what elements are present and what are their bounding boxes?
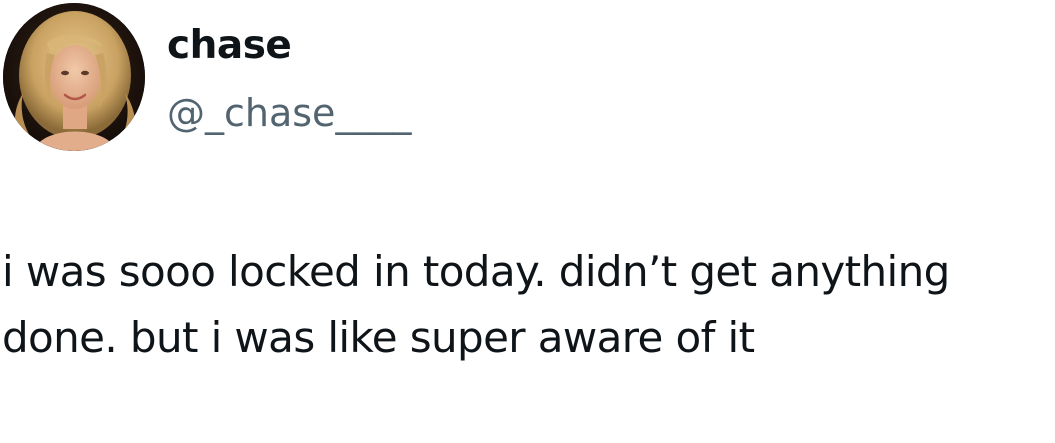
author-avatar[interactable] [3, 3, 145, 151]
avatar-photo-icon [3, 3, 145, 151]
author-display-name[interactable]: chase [167, 20, 292, 72]
tweet-card: chase @_chase____ i was sooo locked in t… [0, 0, 1055, 443]
author-handle[interactable]: @_chase____ [167, 88, 411, 138]
tweet-text: i was sooo locked in today. didn’t get a… [2, 247, 950, 362]
